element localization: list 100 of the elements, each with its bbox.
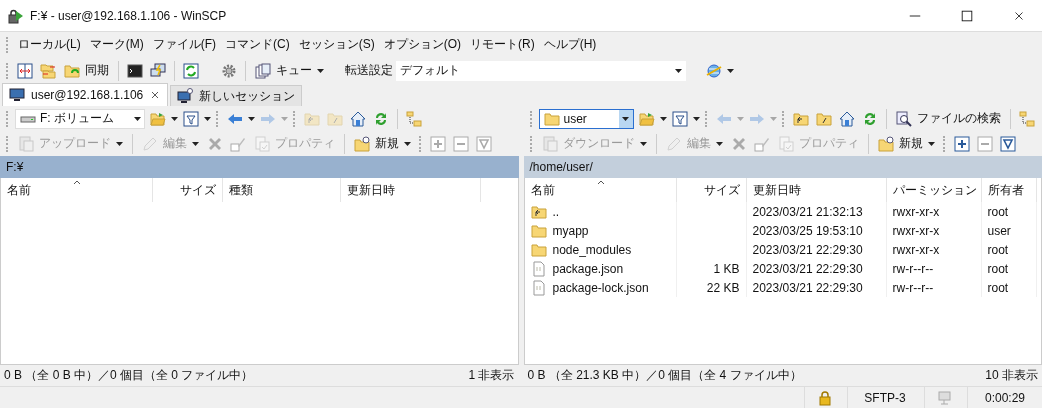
menu-item[interactable]: ローカル(L) xyxy=(15,34,84,55)
session-tab[interactable]: user@192.168.1.106 xyxy=(2,83,169,106)
table-cell: 22 KB xyxy=(706,280,740,295)
sort-icon xyxy=(596,179,605,185)
caret-icon[interactable] xyxy=(248,115,255,122)
caret-icon[interactable] xyxy=(204,115,211,122)
table-cell: rwxr-xr-x xyxy=(892,223,940,238)
table-cell: rwxr-xr-x xyxy=(892,204,940,219)
table-cell: rw-r--r-- xyxy=(892,261,934,276)
file-name[interactable]: node_modules xyxy=(552,242,632,257)
monitor-icon xyxy=(9,87,25,103)
monitor-icon xyxy=(177,88,194,104)
column-header[interactable]: パーミッション xyxy=(886,178,982,202)
plus-icon[interactable] xyxy=(951,133,972,154)
filter-icon[interactable] xyxy=(997,133,1018,154)
new-folder-icon xyxy=(354,135,370,152)
table-cell: rwxr-xr-x xyxy=(892,242,940,257)
column-header[interactable]: 名前 xyxy=(524,178,677,202)
column-header[interactable]: サイズ xyxy=(676,178,747,202)
column-header[interactable]: 名前 xyxy=(1,178,153,202)
find-files-button[interactable]: ファイルの検索 xyxy=(892,108,1004,129)
path-bar: /home/user/ xyxy=(523,156,1042,178)
protocol-status: SFTP-3 xyxy=(847,387,922,408)
location-select[interactable]: F: ボリューム xyxy=(15,108,145,129)
pencil-icon xyxy=(665,135,682,152)
caret-icon[interactable] xyxy=(171,115,178,122)
file-name[interactable]: myapp xyxy=(552,223,589,238)
table-cell: user xyxy=(987,223,1011,238)
documents-icon xyxy=(255,62,271,79)
new-folder-icon xyxy=(877,135,894,152)
menu-item[interactable]: オプション(O) xyxy=(380,34,464,55)
caret-icon xyxy=(192,140,199,147)
table-cell: 2023/03/21 22:29:30 xyxy=(752,261,863,276)
properties-icon xyxy=(254,135,270,152)
hidden-count: 10 非表示 xyxy=(985,367,1038,384)
properties-icon xyxy=(777,135,794,152)
caret-icon[interactable] xyxy=(727,67,734,74)
transfer-settings-select[interactable]: デフォルト xyxy=(396,60,686,81)
table-cell: 2023/03/21 22:29:30 xyxy=(752,242,863,257)
caret-icon xyxy=(116,140,123,147)
session-tab[interactable]: 新しいセッション xyxy=(170,85,303,106)
file-name[interactable]: package-lock.json xyxy=(552,280,649,295)
file-name[interactable]: .. xyxy=(552,204,560,219)
network-icon xyxy=(937,389,953,406)
table-cell: root xyxy=(987,261,1009,276)
caret-icon xyxy=(622,115,629,122)
new-button[interactable]: 新規 xyxy=(874,133,938,154)
documents-icon xyxy=(18,135,34,152)
column-header[interactable]: 更新日時 xyxy=(341,178,481,202)
caret-icon xyxy=(675,67,682,74)
menu-item[interactable]: マーク(M) xyxy=(86,34,147,55)
sort-icon xyxy=(73,179,81,185)
table-cell: rw-r--r-- xyxy=(892,280,934,295)
selection-status: 0 B （全 0 B 中）／0 個目（全 0 ファイル中） xyxy=(4,367,254,384)
pencil-icon xyxy=(142,135,158,152)
column-header[interactable]: 更新日時 xyxy=(746,178,887,202)
sync-button[interactable]: 同期 xyxy=(61,60,112,81)
caret-icon xyxy=(927,140,935,147)
file-name[interactable]: package.json xyxy=(552,261,624,276)
hidden-count: 1 非表示 xyxy=(468,367,515,384)
lock-icon xyxy=(817,389,833,406)
compare-icon[interactable] xyxy=(15,60,35,81)
sync-browse-icon[interactable] xyxy=(181,60,201,81)
filter-icon[interactable] xyxy=(669,108,690,129)
path-bar: F:¥ xyxy=(0,156,519,178)
table-cell: 2023/03/25 19:53:10 xyxy=(752,223,863,238)
search-icon xyxy=(895,110,912,127)
caret-icon xyxy=(317,67,324,74)
table-cell: root xyxy=(987,280,1009,295)
menu-item[interactable]: セッション(S) xyxy=(295,34,378,55)
menu-item[interactable]: ファイル(F) xyxy=(149,34,219,55)
folder-icon xyxy=(530,241,547,258)
table-cell: 2023/03/21 21:32:13 xyxy=(752,204,863,219)
column-header[interactable]: 種類 xyxy=(223,178,341,202)
menu-item[interactable]: コマンド(C) xyxy=(222,34,293,55)
table-cell: root xyxy=(987,242,1009,257)
table-cell: 2023/03/21 22:29:30 xyxy=(752,280,863,295)
caret-icon xyxy=(404,140,411,147)
folder-icon xyxy=(530,203,547,220)
location-select[interactable]: user xyxy=(538,108,634,129)
caret-icon[interactable] xyxy=(692,115,700,122)
menu-item[interactable]: リモート(R) xyxy=(467,34,538,55)
new-button[interactable]: 新規 xyxy=(351,133,414,154)
caret-icon[interactable] xyxy=(659,115,667,122)
file-icon xyxy=(530,279,547,296)
file-icon xyxy=(530,260,547,277)
folder-icon xyxy=(543,110,560,127)
menu-item[interactable]: ヘルプ(H) xyxy=(540,34,600,55)
selection-status: 0 B （全 21.3 KB 中）／0 個目（全 4 ファイル中） xyxy=(527,367,802,384)
column-header[interactable]: 所有者 xyxy=(981,178,1037,202)
queue-button[interactable]: キュー xyxy=(252,60,327,81)
caret-icon xyxy=(715,140,723,147)
folder-icon xyxy=(530,222,547,239)
app-logo-icon xyxy=(8,7,24,24)
column-header[interactable]: サイズ xyxy=(153,178,223,202)
filter-icon[interactable] xyxy=(181,108,201,129)
elapsed-time: 0:00:29 xyxy=(967,387,1042,408)
tree-icon[interactable] xyxy=(404,108,424,129)
transfer-settings-label: 転送設定 xyxy=(345,62,393,79)
table-cell: root xyxy=(987,204,1009,219)
